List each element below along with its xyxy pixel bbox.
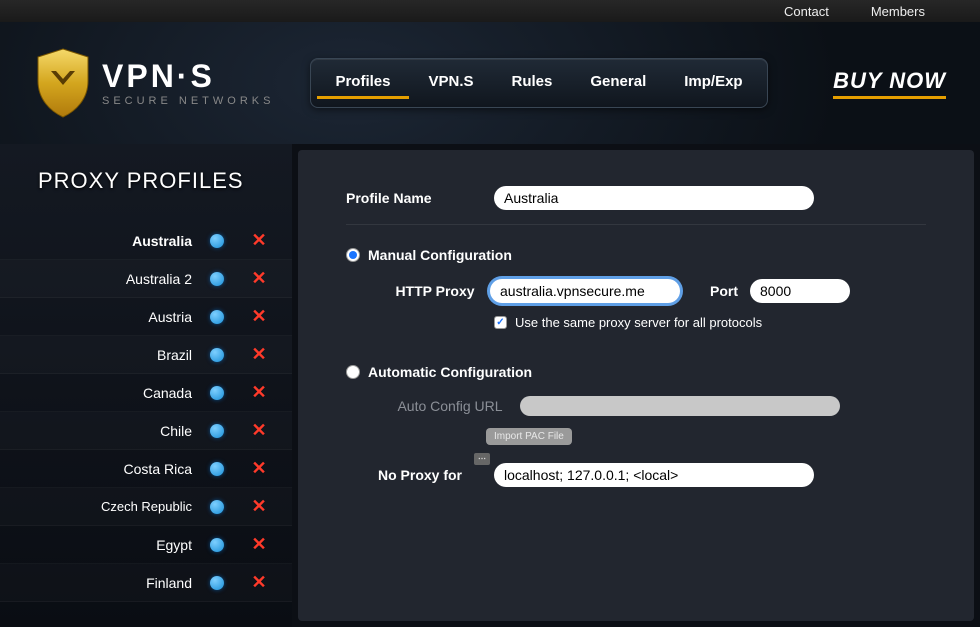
buy-now-button[interactable]: BUY NOW [833,68,946,99]
list-item: Australia 2 ✕ [0,260,292,298]
tab-general[interactable]: General [572,67,664,99]
profile-name[interactable]: Australia 2 [0,271,210,287]
profile-name[interactable]: Costa Rica [0,461,210,477]
profile-name[interactable]: Austria [0,309,210,325]
header: VPN·S SECURE NETWORKS Profiles VPN.S Rul… [0,22,980,144]
list-item: Finland ✕ [0,564,292,602]
status-dot-icon[interactable] [210,310,224,324]
http-proxy-input[interactable] [490,279,680,303]
list-item: Australia ✕ [0,222,292,260]
profile-name[interactable]: Finland [0,575,210,591]
delete-icon[interactable]: ✕ [250,534,268,555]
status-dot-icon[interactable] [210,272,224,286]
sidebar: PROXY PROFILES Australia✕Australia 2✕Aus… [0,144,292,627]
profile-name[interactable]: Chile [0,423,210,439]
profile-name-input[interactable] [494,186,814,210]
help-icon: ⋯ [474,453,490,465]
port-label: Port [710,283,738,299]
status-dot-icon[interactable] [210,462,224,476]
same-server-checkbox[interactable] [494,316,507,329]
tab-vpns[interactable]: VPN.S [411,67,492,99]
profile-name[interactable]: Australia [0,233,210,249]
status-dot-icon[interactable] [210,576,224,590]
noproxy-input[interactable] [494,463,814,487]
list-item: Czech Republic ✕ [0,488,292,526]
delete-icon[interactable]: ✕ [250,382,268,403]
status-dot-icon[interactable] [210,500,224,514]
list-item: Canada ✕ [0,374,292,412]
list-item: Costa Rica ✕ [0,450,292,488]
auto-url-input [520,396,840,416]
status-dot-icon[interactable] [210,424,224,438]
list-item: Chile ✕ [0,412,292,450]
status-dot-icon[interactable] [210,348,224,362]
brand-name: VPN·S [102,60,274,92]
port-input[interactable] [750,279,850,303]
delete-icon[interactable]: ✕ [250,230,268,251]
profile-name[interactable]: Egypt [0,537,210,553]
profile-name-label: Profile Name [346,190,494,206]
auto-config-radio[interactable] [346,365,360,379]
status-dot-icon[interactable] [210,538,224,552]
divider [346,224,926,225]
delete-icon[interactable]: ✕ [250,420,268,441]
delete-icon[interactable]: ✕ [250,306,268,327]
profile-name[interactable]: Czech Republic [0,499,210,514]
auto-url-label: Auto Config URL [380,398,520,414]
auto-config-label: Automatic Configuration [368,364,532,380]
profile-name[interactable]: Brazil [0,347,210,363]
shield-icon [34,47,92,119]
tab-imp-exp[interactable]: Imp/Exp [666,67,760,99]
manual-config-radio[interactable] [346,248,360,262]
noproxy-label: No Proxy for [378,467,462,483]
delete-icon[interactable]: ✕ [250,344,268,365]
tab-profiles[interactable]: Profiles [317,67,408,99]
delete-icon[interactable]: ✕ [250,496,268,517]
profile-name[interactable]: Canada [0,385,210,401]
list-item: Brazil ✕ [0,336,292,374]
list-item: Egypt ✕ [0,526,292,564]
tab-rules[interactable]: Rules [494,67,571,99]
delete-icon[interactable]: ✕ [250,458,268,479]
same-server-label: Use the same proxy server for all protoc… [515,315,762,330]
http-proxy-label: HTTP Proxy [380,283,490,299]
brand-subtitle: SECURE NETWORKS [102,96,274,107]
sidebar-title: PROXY PROFILES [38,168,292,194]
topbar-contact[interactable]: Contact [784,4,829,19]
status-dot-icon[interactable] [210,386,224,400]
delete-icon[interactable]: ✕ [250,268,268,289]
list-item: Austria ✕ [0,298,292,336]
main-nav: Profiles VPN.S Rules General Imp/Exp [310,58,767,108]
logo: VPN·S SECURE NETWORKS [34,47,274,119]
delete-icon[interactable]: ✕ [250,572,268,593]
topbar-members[interactable]: Members [871,4,925,19]
settings-panel: Profile Name Manual Configuration HTTP P… [298,150,974,621]
manual-config-label: Manual Configuration [368,247,512,263]
import-pac-button[interactable]: Import PAC File [486,428,572,445]
status-dot-icon[interactable] [210,234,224,248]
